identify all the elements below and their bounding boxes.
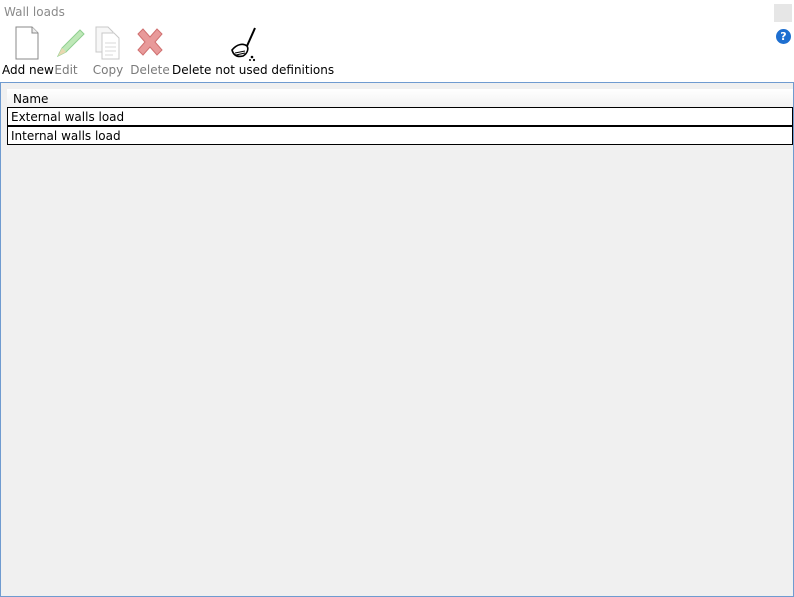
definitions-panel: Name External walls load Internal walls … bbox=[0, 82, 794, 597]
row-name-cell: Internal walls load bbox=[11, 129, 121, 143]
close-button[interactable] bbox=[774, 4, 792, 22]
add-new-button[interactable]: Add new bbox=[2, 26, 54, 80]
add-new-label: Add new bbox=[2, 63, 54, 77]
delete-button[interactable]: Delete bbox=[130, 26, 170, 80]
edit-label: Edit bbox=[54, 63, 78, 77]
help-icon[interactable]: ? bbox=[776, 29, 791, 44]
copy-label: Copy bbox=[92, 63, 124, 77]
new-document-icon bbox=[2, 26, 52, 62]
table-row[interactable]: External walls load bbox=[7, 107, 793, 126]
row-name-cell: External walls load bbox=[11, 110, 125, 124]
table-row[interactable]: Internal walls load bbox=[7, 126, 793, 145]
delete-not-used-label: Delete not used definitions bbox=[172, 63, 335, 77]
broom-icon bbox=[172, 26, 317, 62]
grid-header: Name bbox=[7, 89, 793, 108]
copy-icon bbox=[90, 26, 126, 62]
column-header-name[interactable]: Name bbox=[13, 92, 48, 106]
edit-button[interactable]: Edit bbox=[54, 26, 85, 80]
window-title: Wall loads bbox=[4, 5, 65, 19]
delete-x-icon bbox=[130, 26, 170, 62]
delete-label: Delete bbox=[130, 63, 170, 77]
delete-not-used-button[interactable]: Delete not used definitions bbox=[172, 26, 335, 80]
copy-button[interactable]: Copy bbox=[90, 26, 126, 80]
pencil-icon bbox=[54, 26, 85, 62]
